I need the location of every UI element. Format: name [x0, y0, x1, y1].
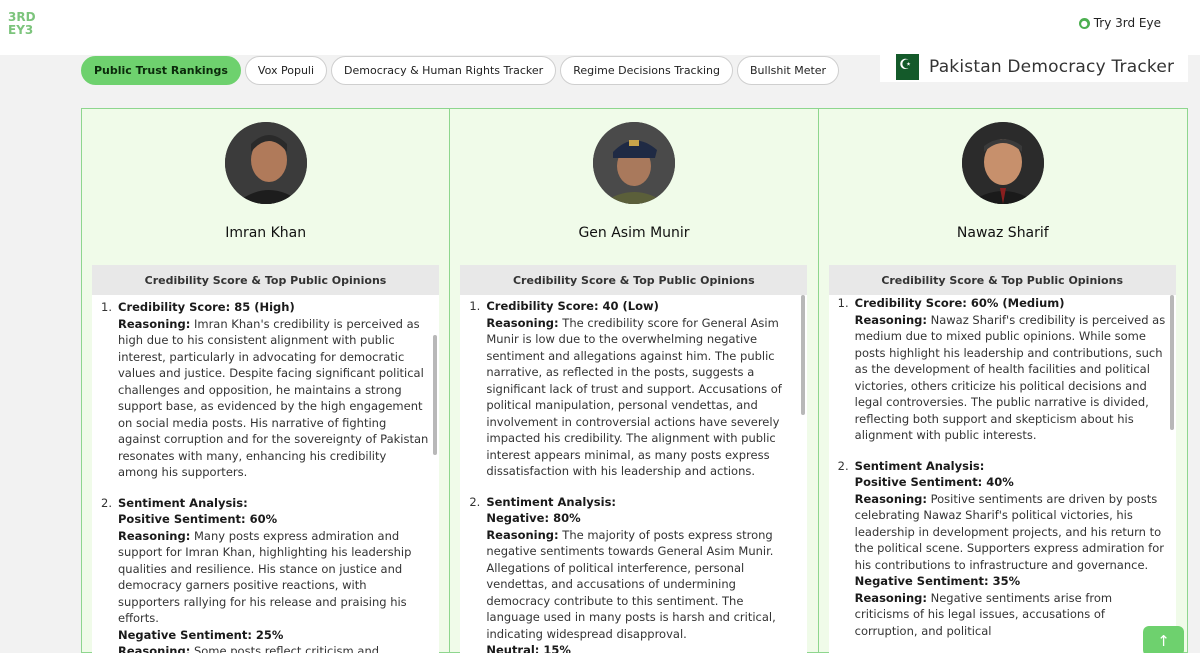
avatar [593, 122, 676, 204]
card-title: Credibility Score & Top Public Opinions [460, 265, 808, 295]
negative-sentiment-label: Negative Sentiment: 25% [118, 627, 284, 642]
reasoning-label: Reasoning: [854, 590, 927, 605]
credibility-score-label: Credibility Score: 85 (High) [118, 300, 295, 314]
reasoning-label: Reasoning: [118, 644, 191, 653]
reasoning-label: Reasoning: [486, 315, 559, 330]
top-bar: 3RD EY3 ● Try 3rd Eye [0, 0, 1200, 55]
opinion-card: Credibility Score & Top Public Opinions … [460, 265, 808, 653]
reasoning-label: Reasoning: [486, 527, 559, 542]
sentiment-analysis-label: Sentiment Analysis: [486, 494, 617, 509]
list-number: 2. [469, 494, 481, 509]
try-label: Try 3rd Eye [1093, 16, 1161, 30]
politician-column: Gen Asim Munir Credibility Score & Top P… [450, 109, 819, 653]
sentiment-analysis-label: Sentiment Analysis: [118, 495, 248, 510]
card-body[interactable]: 1. Credibility Score: 60% (Medium) Reaso… [829, 295, 1176, 653]
card-body[interactable]: 1. Credibility Score: 40 (Low) Reasoning… [460, 295, 807, 653]
list-number: 1. [837, 296, 849, 310]
politician-column: Nawaz Sharif Credibility Score & Top Pub… [819, 109, 1187, 653]
politician-column: Imran Khan Credibility Score & Top Publi… [82, 109, 451, 653]
reasoning-text: The majority of posts express strong neg… [486, 527, 776, 641]
svg-text:EY3: EY3 [8, 23, 33, 36]
brand-title: Pakistan Democracy Tracker [929, 57, 1175, 77]
opinion-card: Credibility Score & Top Public Opinions … [92, 265, 439, 653]
reasoning-label: Reasoning: [118, 528, 191, 543]
list-number: 2. [101, 495, 112, 510]
reasoning-label: Reasoning: [118, 316, 191, 331]
positive-sentiment-label: Positive Sentiment: 40% [854, 475, 1014, 489]
pakistan-flag-icon: ☪ [889, 54, 919, 80]
tab-public-trust-rankings[interactable]: Public Trust Rankings [81, 56, 241, 85]
scrollbar[interactable] [433, 335, 437, 455]
credibility-score-label: Credibility Score: 60% (Medium) [854, 296, 1065, 310]
scroll-to-top-button[interactable]: ↑ [1143, 626, 1184, 653]
scrollbar[interactable] [801, 295, 806, 415]
reasoning-text: Imran Khan's credibility is perceived as… [118, 316, 429, 480]
politician-name: Imran Khan [225, 225, 307, 241]
brand-header: ☪ Pakistan Democracy Tracker [880, 52, 1188, 82]
positive-sentiment-label: Positive Sentiment: 60% [118, 512, 278, 526]
tab-bullshit-meter[interactable]: Bullshit Meter [737, 56, 840, 85]
credibility-score-label: Credibility Score: 40 (Low) [486, 299, 659, 313]
tab-bar: Public Trust Rankings Vox Populi Democra… [81, 56, 840, 85]
rankings-panel: Imran Khan Credibility Score & Top Publi… [81, 108, 1188, 653]
negative-sentiment-label: Negative Sentiment: 35% [854, 574, 1021, 588]
politician-name: Gen Asim Munir [578, 225, 690, 241]
reasoning-text: The credibility score for General Asim M… [486, 315, 782, 479]
list-item: 1. Credibility Score: 40 (Low) Reasoning… [469, 298, 797, 480]
reasoning-text: Nawaz Sharif's credibility is perceived … [854, 312, 1166, 443]
svg-text:3RD: 3RD [8, 10, 36, 24]
scrollbar[interactable] [1169, 295, 1174, 430]
card-title: Credibility Score & Top Public Opinions [828, 265, 1176, 295]
tab-regime-decisions-tracking[interactable]: Regime Decisions Tracking [560, 56, 733, 85]
list-item: 2. Sentiment Analysis: Positive Sentimen… [101, 495, 429, 653]
tab-democracy-human-rights-tracker[interactable]: Democracy & Human Rights Tracker [331, 56, 557, 85]
politician-name: Nawaz Sharif [956, 225, 1049, 241]
avatar [961, 122, 1044, 204]
neutral-sentiment-label: Neutral: 15% [486, 643, 571, 653]
avatar [225, 122, 307, 204]
list-item: 2. Sentiment Analysis: Positive Sentimen… [838, 458, 1166, 640]
sentiment-analysis-label: Sentiment Analysis: [854, 458, 985, 473]
opinion-card: Credibility Score & Top Public Opinions … [828, 265, 1176, 653]
list-number: 2. [837, 458, 849, 473]
negative-sentiment-label: Negative: 80% [486, 511, 581, 525]
portrait-imran-khan [225, 122, 307, 204]
tab-vox-populi[interactable]: Vox Populi [244, 56, 328, 85]
list-item: 1. Credibility Score: 60% (Medium) Reaso… [838, 295, 1166, 444]
card-body[interactable]: 1. Credibility Score: 85 (High) Reasonin… [92, 295, 439, 653]
reasoning-label: Reasoning: [854, 312, 927, 327]
list-item: 2. Sentiment Analysis: Negative: 80% Rea… [469, 494, 797, 653]
try-3rd-eye-link[interactable]: ● Try 3rd Eye [1078, 16, 1161, 30]
arrow-up-icon: ↑ [1157, 632, 1170, 650]
eye-icon: ● [1078, 17, 1090, 29]
portrait-nawaz-sharif [961, 122, 1044, 204]
card-title: Credibility Score & Top Public Opinions [92, 265, 439, 295]
list-item: 1. Credibility Score: 85 (High) Reasonin… [101, 299, 429, 481]
reasoning-label: Reasoning: [854, 491, 927, 506]
logo[interactable]: 3RD EY3 [8, 10, 46, 39]
portrait-gen-asim-munir [593, 122, 676, 204]
list-number: 1. [469, 299, 481, 313]
logo-mark: 3RD EY3 [8, 10, 36, 37]
list-number: 1. [101, 300, 112, 314]
